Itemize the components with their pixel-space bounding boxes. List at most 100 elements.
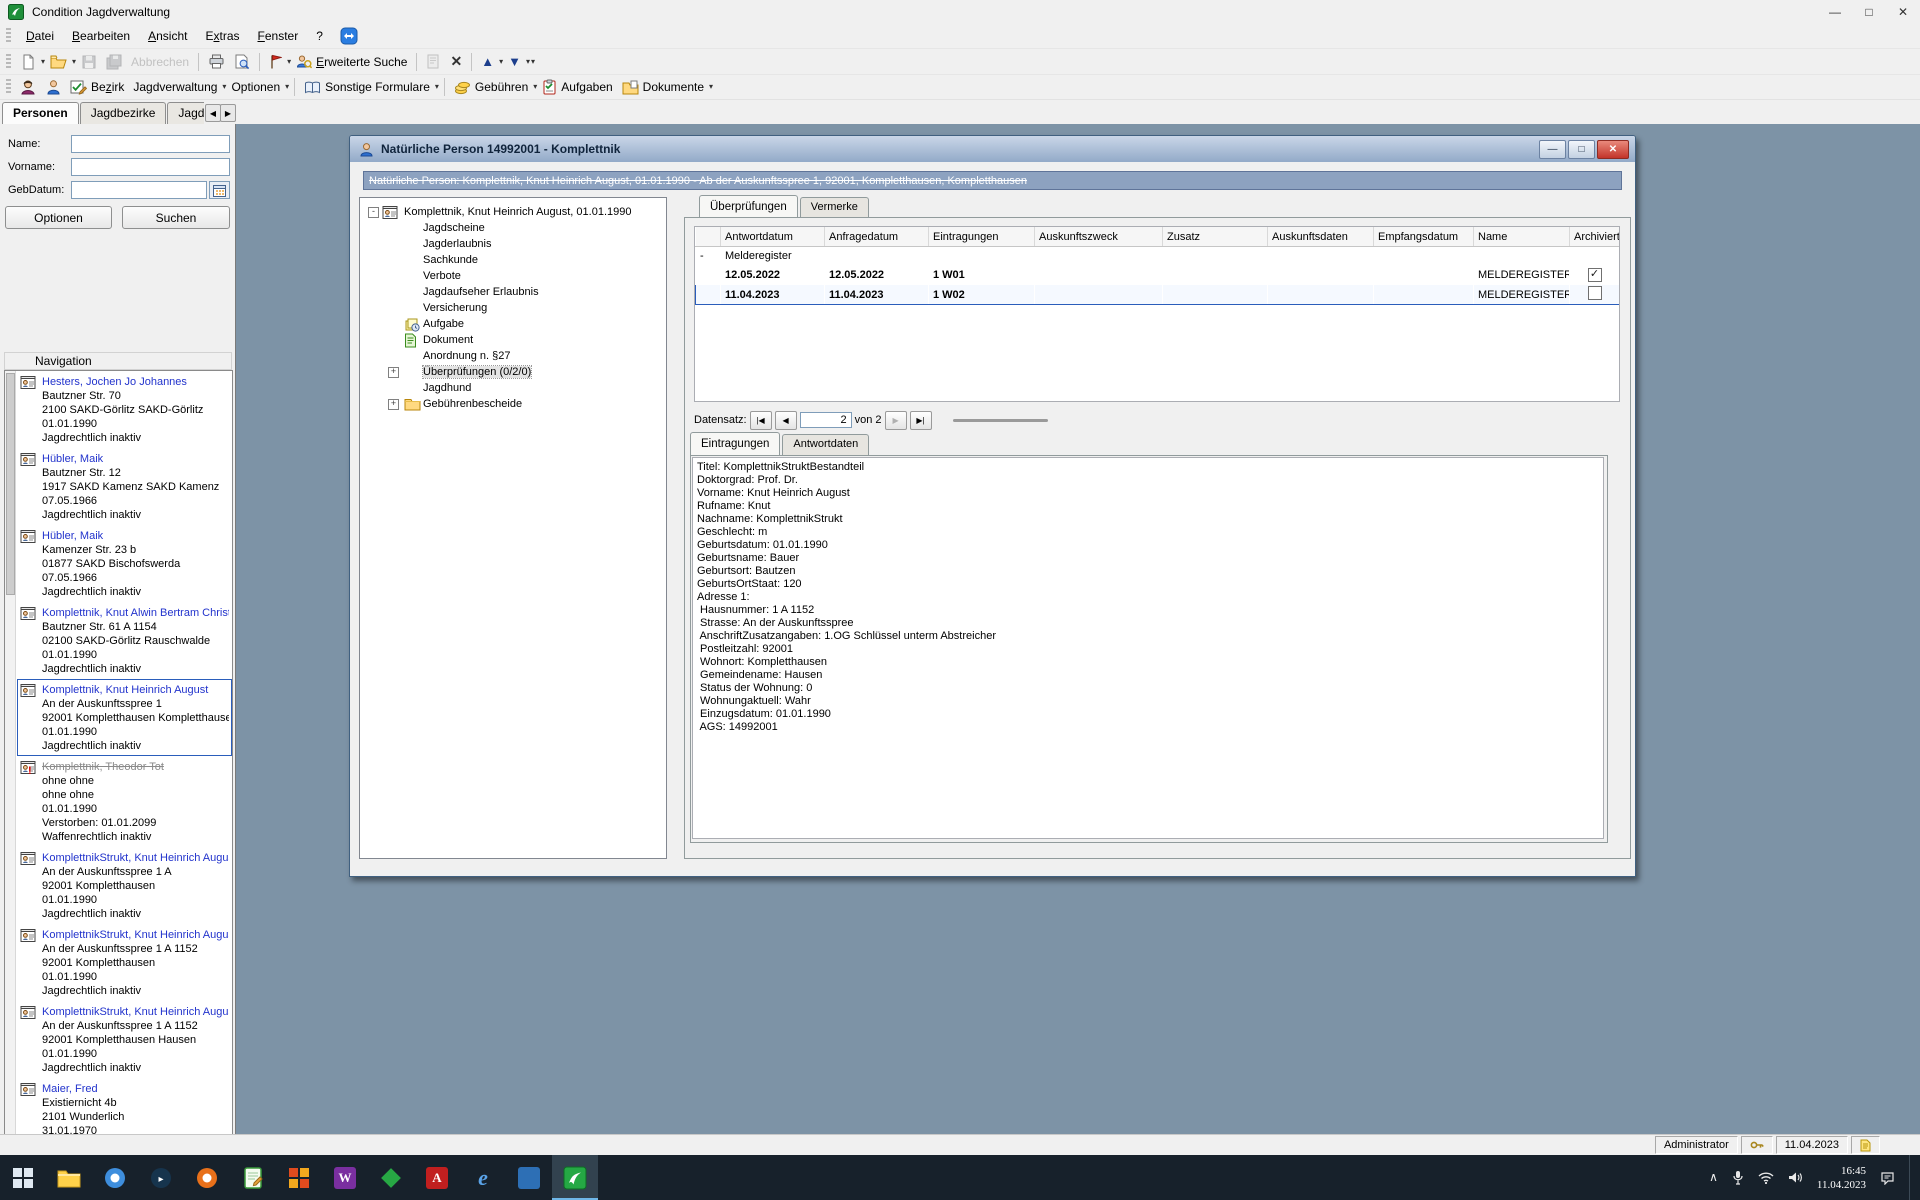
erweiterte-suche-button[interactable]: Erweiterte Suche: [292, 51, 411, 73]
taskbar-editor[interactable]: [230, 1155, 276, 1200]
person-list-item[interactable]: Komplettnik, Knut Alwin Bertram ChristBa…: [17, 602, 232, 679]
person-blue-button[interactable]: [42, 76, 65, 98]
list-scrollbar[interactable]: [5, 371, 16, 1200]
taskbar-app-diamond[interactable]: [368, 1155, 414, 1200]
arrow-up-button[interactable]: ▲: [477, 51, 498, 73]
dropdown-caret-icon[interactable]: ▾: [285, 83, 289, 91]
tree-expand-icon[interactable]: +: [388, 399, 399, 410]
minimize-button[interactable]: —: [1539, 140, 1566, 159]
column-header-auskunftsdaten[interactable]: Auskunftsdaten: [1268, 227, 1374, 247]
column-header-archiviert[interactable]: Archiviert: [1570, 227, 1620, 247]
taskbar-app-blue[interactable]: [506, 1155, 552, 1200]
action-center-icon[interactable]: [1880, 1171, 1895, 1185]
toolbar-overflow-icon[interactable]: ▾: [531, 58, 535, 66]
tree-item-sachkunde[interactable]: Sachkunde: [360, 252, 666, 268]
dialog-tab-antwortdaten[interactable]: Antwortdaten: [782, 434, 869, 455]
tree-item-komplettnik-knut-heinrich-august-01-01-1990[interactable]: -Komplettnik, Knut Heinrich August, 01.0…: [360, 204, 666, 220]
tab-jagdbezirke[interactable]: Jagdbezirke: [80, 102, 167, 124]
tree-item-jagdhund[interactable]: Jagdhund: [360, 380, 666, 396]
column-header-antwortdatum[interactable]: Antwortdatum: [721, 227, 825, 247]
jagdverwaltung-button[interactable]: Jagdverwaltung: [129, 76, 221, 98]
dokumente-button[interactable]: Dokumente: [618, 76, 708, 98]
dropdown-caret-icon[interactable]: ▾: [533, 83, 537, 91]
dropdown-caret-icon[interactable]: ▾: [41, 58, 45, 66]
show-desktop-button[interactable]: [1909, 1155, 1914, 1200]
dropdown-caret-icon[interactable]: ▾: [499, 58, 503, 66]
preview-button[interactable]: [230, 51, 254, 73]
taskbar-app-dark[interactable]: ▸: [138, 1155, 184, 1200]
person-list-item[interactable]: Hübler, MaikBautzner Str. 121917 SAKD Ka…: [17, 448, 232, 525]
page-new-button[interactable]: [16, 51, 40, 73]
start-button[interactable]: [0, 1155, 46, 1200]
folder-open-button[interactable]: [46, 51, 71, 73]
tree-item-anordnung-n-27[interactable]: Anordnung n. §27: [360, 348, 666, 364]
dropdown-caret-icon[interactable]: ▾: [435, 83, 439, 91]
tree-item-jagdscheine[interactable]: Jagdscheine: [360, 220, 666, 236]
taskbar-ie[interactable]: e: [460, 1155, 506, 1200]
group-row[interactable]: -Melderegister: [696, 247, 1620, 266]
tree-item-aufgabe[interactable]: Aufgabe: [360, 316, 666, 332]
microphone-icon[interactable]: [1732, 1170, 1744, 1185]
flag-button[interactable]: [265, 51, 286, 73]
archiviert-checkbox[interactable]: [1588, 286, 1602, 300]
person-list-item[interactable]: Hübler, MaikKamenzer Str. 23 b01877 SAKD…: [17, 525, 232, 602]
bezirk-button[interactable]: Bezirk: [66, 76, 128, 98]
record-prev-button[interactable]: ◀: [775, 411, 797, 430]
person-list-item[interactable]: KomplettnikStrukt, Knut Heinrich AugustA…: [17, 847, 232, 924]
tab-scroll-left[interactable]: ◀: [205, 104, 221, 122]
volume-icon[interactable]: [1788, 1171, 1803, 1184]
taskbar-acrobat[interactable]: A: [414, 1155, 460, 1200]
toolbar-overflow-icon[interactable]: ▾: [709, 83, 713, 91]
dropdown-caret-icon[interactable]: ▾: [526, 58, 530, 66]
menu-item-fenster[interactable]: Fenster: [249, 26, 308, 46]
archiviert-checkbox[interactable]: ✓: [1588, 268, 1602, 282]
dropdown-caret-icon[interactable]: ▾: [222, 83, 226, 91]
tab-jagdgenossen[interactable]: Jagdgenossen: [167, 102, 204, 124]
taskbar-browser[interactable]: [92, 1155, 138, 1200]
optionen-button[interactable]: Optionen: [5, 206, 112, 229]
table-row[interactable]: 11.04.202311.04.20231 W02MELDEREGISTER: [696, 285, 1620, 305]
tree-expand-icon[interactable]: -: [368, 207, 379, 218]
printer-button[interactable]: [204, 51, 229, 73]
taskbar-browser-orange[interactable]: [184, 1155, 230, 1200]
person-list-item[interactable]: KomplettnikStrukt, Knut Heinrich AugustA…: [17, 924, 232, 1001]
gebühren-button[interactable]: Gebühren: [450, 76, 532, 98]
record-current[interactable]: 2: [800, 412, 852, 428]
tree-item-überprüfungen-0-2-0[interactable]: +Überprüfungen (0/2/0): [360, 364, 666, 380]
tree-item-gebührenbescheide[interactable]: +Gebührenbescheide: [360, 396, 666, 412]
dialog-title-bar[interactable]: Natürliche Person 14992001 - Komplettnik…: [350, 136, 1635, 162]
person-list-item[interactable]: Hesters, Jochen Jo JohannesBautzner Str.…: [17, 371, 232, 448]
dropdown-caret-icon[interactable]: ▾: [287, 58, 291, 66]
close-button[interactable]: ✕: [1597, 140, 1629, 159]
group-collapse-icon[interactable]: -: [696, 247, 721, 266]
taskbar-clock[interactable]: 16:45 11.04.2023: [1817, 1164, 1866, 1192]
tree-item-versicherung[interactable]: Versicherung: [360, 300, 666, 316]
record-slider[interactable]: [953, 419, 1048, 422]
menu-item-bearbeiten[interactable]: Bearbeiten: [63, 26, 139, 46]
person-admin-button[interactable]: [16, 76, 41, 98]
person-list-item[interactable]: !Komplettnik, Theodor Totohne ohneohne o…: [17, 756, 232, 847]
network-icon[interactable]: [1758, 1171, 1774, 1184]
tab-personen[interactable]: Personen: [2, 102, 79, 124]
menu-item-datei[interactable]: Datei: [17, 26, 63, 46]
tree-item-jagdaufseher-erlaubnis[interactable]: Jagdaufseher Erlaubnis: [360, 284, 666, 300]
column-header-auskunftszweck[interactable]: Auskunftszweck: [1035, 227, 1163, 247]
dialog-tab-vermerke[interactable]: Vermerke: [800, 197, 869, 218]
arrow-down-button[interactable]: ▼: [504, 51, 525, 73]
taskbar-jagdverwaltung[interactable]: [552, 1155, 598, 1200]
person-list-item[interactable]: Komplettnik, Knut Heinrich AugustAn der …: [17, 679, 232, 756]
delete-x-button[interactable]: ✕: [446, 51, 466, 73]
taskbar-app-purple[interactable]: W: [322, 1155, 368, 1200]
column-header-zusatz[interactable]: Zusatz: [1163, 227, 1268, 247]
record-first-button[interactable]: |◀: [750, 411, 772, 430]
taskbar-app-grid[interactable]: [276, 1155, 322, 1200]
maximize-button[interactable]: □: [1568, 140, 1595, 159]
taskbar-file-explorer[interactable]: [46, 1155, 92, 1200]
close-button[interactable]: ✕: [1886, 0, 1920, 24]
column-header-eintragungen[interactable]: Eintragungen: [929, 227, 1035, 247]
name-input[interactable]: [71, 135, 230, 153]
maximize-button[interactable]: □: [1852, 0, 1886, 24]
remote-support-icon[interactable]: [340, 27, 358, 45]
calendar-button[interactable]: [209, 181, 230, 199]
menu-item-help[interactable]: ?: [307, 26, 332, 46]
